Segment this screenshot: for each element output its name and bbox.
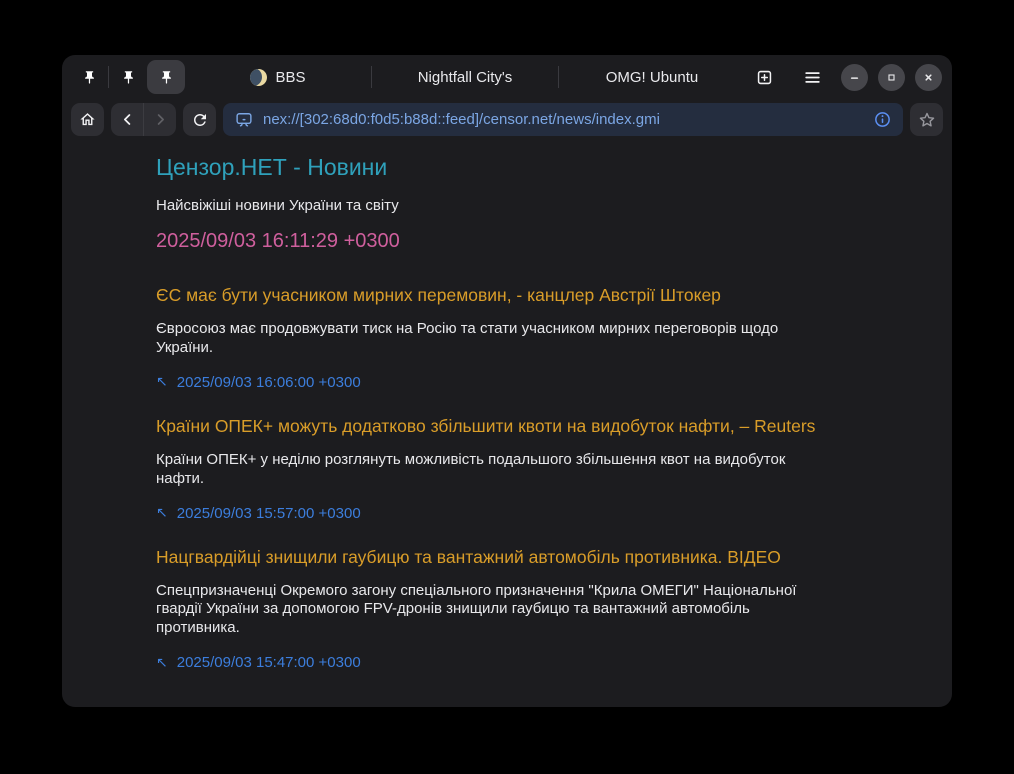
minimize-icon bbox=[847, 70, 862, 85]
page-subtitle: Найсвіжіші новини України та світу bbox=[156, 197, 856, 214]
article-timestamp-link[interactable]: ↖ 2025/09/03 15:57:00 +0300 bbox=[156, 505, 856, 522]
article-summary: Спецпризначенці Окремого загону спеціаль… bbox=[156, 582, 826, 639]
page-info-icon[interactable] bbox=[873, 110, 892, 129]
minimize-button[interactable] bbox=[841, 64, 868, 91]
crescent-moon-icon bbox=[250, 69, 267, 86]
news-article: ЄС має бути учасником мирних перемовин, … bbox=[156, 285, 856, 391]
page-content: Цензор.НЕТ - Новини Найсвіжіші новини Ук… bbox=[62, 140, 952, 671]
pushpin-icon bbox=[121, 70, 136, 85]
hamburger-icon bbox=[803, 68, 822, 87]
navigation-bar: nex://[302:68d0:f0d5:b88d::feed]/censor.… bbox=[62, 99, 952, 140]
tab-label: BBS bbox=[275, 69, 305, 86]
url-text[interactable]: nex://[302:68d0:f0d5:b88d::feed]/censor.… bbox=[263, 111, 864, 128]
feed-timestamp: 2025/09/03 16:11:29 +0300 bbox=[156, 230, 856, 253]
article-timestamp-link[interactable]: ↖ 2025/09/03 16:06:00 +0300 bbox=[156, 374, 856, 391]
article-heading: ЄС має бути учасником мирних перемовин, … bbox=[156, 285, 856, 306]
link-arrow-icon: ↖ bbox=[156, 375, 168, 389]
pinned-tab-2[interactable] bbox=[109, 60, 147, 94]
reload-button[interactable] bbox=[183, 103, 216, 136]
link-label: 2025/09/03 15:57:00 +0300 bbox=[177, 505, 361, 522]
menu-button[interactable] bbox=[793, 60, 831, 94]
chevron-left-icon bbox=[119, 111, 136, 128]
star-icon bbox=[917, 110, 937, 130]
tab-label: Nightfall City's bbox=[418, 69, 513, 86]
pinned-tab-1[interactable] bbox=[70, 60, 108, 94]
article-summary: Євросоюз має продовжувати тиск на Росію … bbox=[156, 320, 826, 358]
plus-square-icon bbox=[755, 68, 774, 87]
nex-monitor-icon bbox=[234, 110, 254, 130]
reload-icon bbox=[191, 111, 209, 129]
pinned-tab-3-active[interactable] bbox=[147, 60, 185, 94]
home-button[interactable] bbox=[71, 103, 104, 136]
pushpin-icon bbox=[159, 70, 174, 85]
forward-button[interactable] bbox=[144, 103, 176, 136]
history-button-group bbox=[111, 103, 176, 136]
tab-bbs[interactable]: BBS bbox=[185, 59, 371, 95]
link-label: 2025/09/03 15:47:00 +0300 bbox=[177, 654, 361, 671]
link-label: 2025/09/03 16:06:00 +0300 bbox=[177, 374, 361, 391]
article-heading: Країни ОПЕК+ можуть додатково збільшити … bbox=[156, 416, 856, 437]
url-bar[interactable]: nex://[302:68d0:f0d5:b88d::feed]/censor.… bbox=[223, 103, 903, 136]
page-title: Цензор.НЕТ - Новини bbox=[156, 154, 856, 181]
tab-nightfall-citys[interactable]: Nightfall City's bbox=[372, 59, 558, 95]
maximize-button[interactable] bbox=[878, 64, 905, 91]
article-timestamp-link[interactable]: ↖ 2025/09/03 15:47:00 +0300 bbox=[156, 654, 856, 671]
news-article: Нацгвардійці знищили гаубицю та вантажни… bbox=[156, 547, 856, 672]
close-button[interactable] bbox=[915, 64, 942, 91]
article-summary: Країни ОПЕК+ у неділю розглянуть можливі… bbox=[156, 451, 826, 489]
new-tab-button[interactable] bbox=[745, 60, 783, 94]
tab-omg-ubuntu[interactable]: OMG! Ubuntu bbox=[559, 59, 745, 95]
back-button[interactable] bbox=[111, 103, 143, 136]
maximize-icon bbox=[884, 70, 899, 85]
link-arrow-icon: ↖ bbox=[156, 506, 168, 520]
article-heading: Нацгвардійці знищили гаубицю та вантажни… bbox=[156, 547, 856, 568]
close-icon bbox=[921, 70, 936, 85]
tab-bar: BBS Nightfall City's OMG! Ubuntu bbox=[62, 55, 952, 99]
home-icon bbox=[79, 111, 96, 128]
link-arrow-icon: ↖ bbox=[156, 656, 168, 670]
news-article: Країни ОПЕК+ можуть додатково збільшити … bbox=[156, 416, 856, 522]
pushpin-icon bbox=[82, 70, 97, 85]
tab-label: OMG! Ubuntu bbox=[606, 69, 699, 86]
chevron-right-icon bbox=[152, 111, 169, 128]
browser-window: BBS Nightfall City's OMG! Ubuntu bbox=[62, 55, 952, 707]
bookmark-button[interactable] bbox=[910, 103, 943, 136]
